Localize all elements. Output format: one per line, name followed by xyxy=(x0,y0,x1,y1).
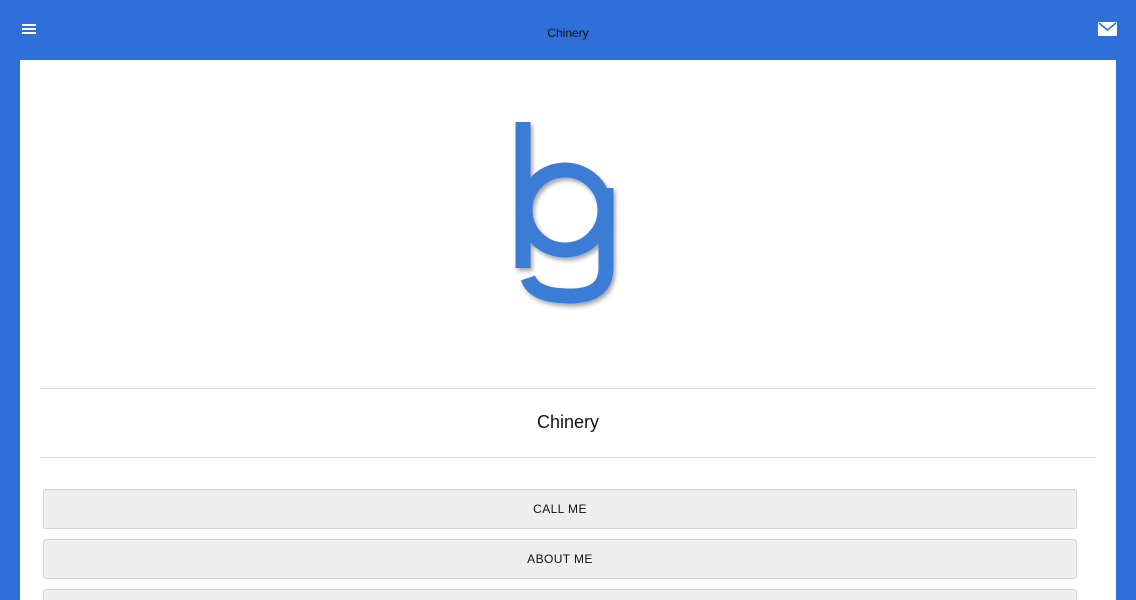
more-button[interactable] xyxy=(43,589,1077,600)
call-me-button[interactable]: CALL ME xyxy=(43,489,1077,529)
divider-bottom xyxy=(40,457,1096,458)
business-logo xyxy=(515,122,614,304)
divider-top xyxy=(40,388,1096,389)
business-name: Chinery xyxy=(536,412,600,432)
profile-card: Chinery CALL ME ABOUT ME xyxy=(20,60,1116,600)
mail-icon xyxy=(1097,22,1117,36)
about-me-button[interactable]: ABOUT ME xyxy=(43,539,1077,579)
logo-container xyxy=(20,118,1116,318)
mail-button[interactable] xyxy=(1096,19,1118,39)
top-app-bar: Chinery xyxy=(0,0,1136,60)
page-title: Chinery xyxy=(547,26,589,40)
